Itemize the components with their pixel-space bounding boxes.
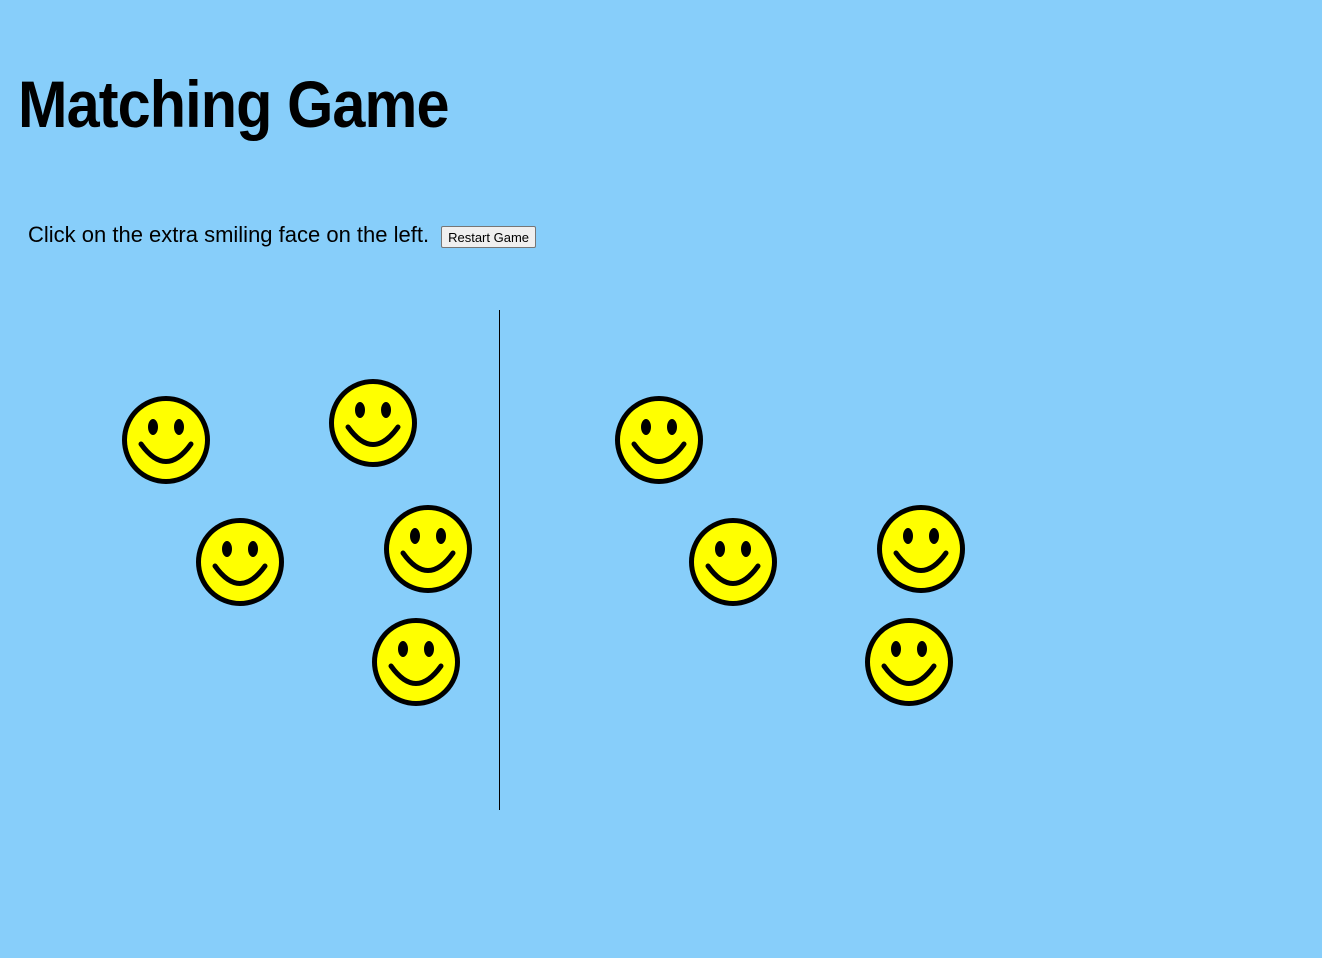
smiley-face-icon bbox=[865, 618, 953, 706]
instruction-row: Click on the extra smiling face on the l… bbox=[28, 222, 537, 248]
left-board bbox=[0, 310, 500, 810]
smiley-face-icon bbox=[196, 518, 284, 606]
left-face-1[interactable] bbox=[121, 395, 211, 485]
left-face-4-extra[interactable] bbox=[383, 504, 473, 594]
left-face-3[interactable] bbox=[195, 517, 285, 607]
right-face-3 bbox=[876, 504, 966, 594]
left-face-5[interactable] bbox=[371, 617, 461, 707]
smiley-face-icon bbox=[372, 618, 460, 706]
right-face-1 bbox=[614, 395, 704, 485]
smiley-face-icon bbox=[384, 505, 472, 593]
instruction-text: Click on the extra smiling face on the l… bbox=[28, 222, 430, 247]
left-face-2[interactable] bbox=[328, 378, 418, 468]
smiley-face-icon bbox=[689, 518, 777, 606]
right-face-4 bbox=[864, 617, 954, 707]
restart-game-button[interactable]: Restart Game bbox=[441, 226, 537, 248]
page-title: Matching Game bbox=[18, 67, 449, 141]
smiley-face-icon bbox=[877, 505, 965, 593]
smiley-face-icon bbox=[122, 396, 210, 484]
right-board bbox=[500, 310, 1000, 810]
smiley-face-icon bbox=[329, 379, 417, 467]
right-face-2 bbox=[688, 517, 778, 607]
smiley-face-icon bbox=[615, 396, 703, 484]
